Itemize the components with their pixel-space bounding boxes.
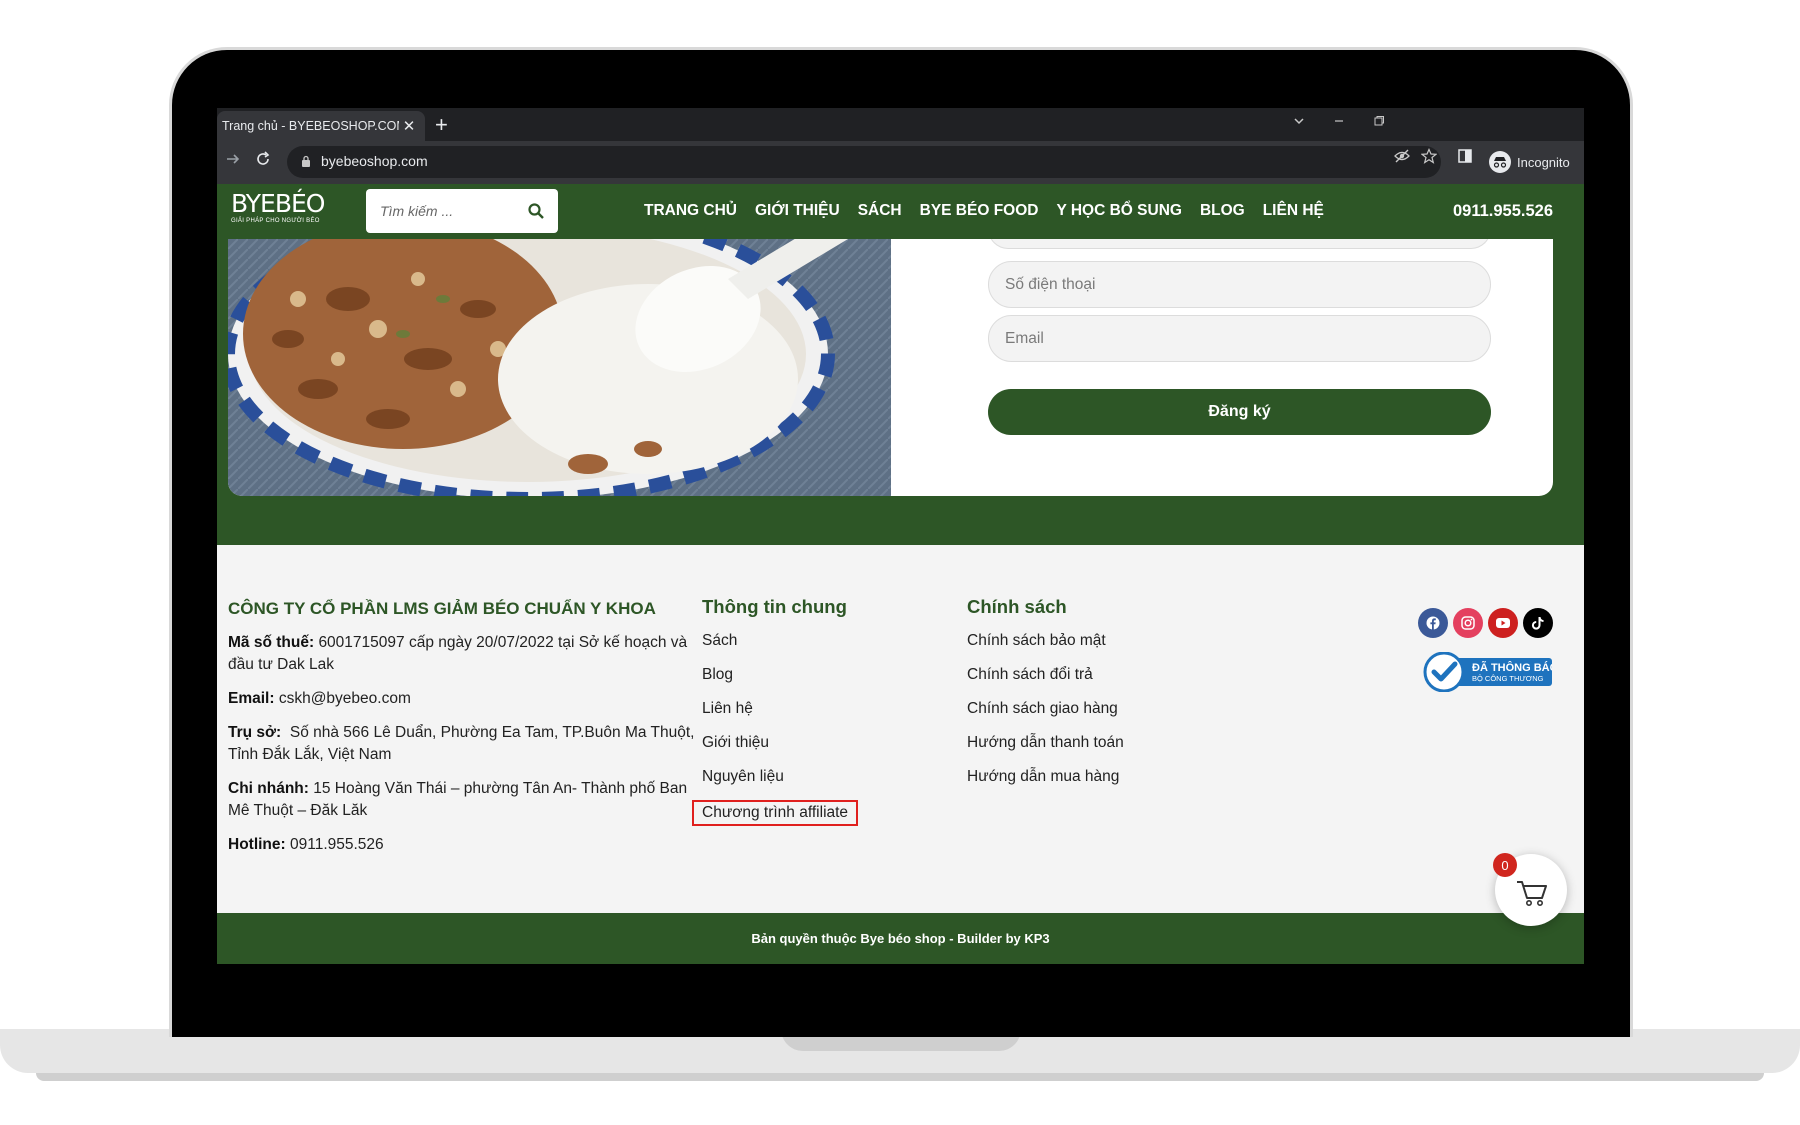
search-icon[interactable]: [528, 203, 544, 219]
browser-tab[interactable]: Trang chủ - BYEBEOSHOP.COM ✕: [217, 111, 425, 141]
eye-off-icon[interactable]: [1394, 148, 1410, 168]
instagram-icon[interactable]: [1453, 608, 1483, 638]
menu-item-blog[interactable]: BLOG: [1200, 202, 1245, 220]
email-field-placeholder: Email: [1005, 330, 1044, 347]
phone-field[interactable]: Số điện thoại: [988, 261, 1491, 308]
menu-item-contact[interactable]: LIÊN HỆ: [1263, 202, 1324, 220]
email-field[interactable]: Email: [988, 315, 1491, 362]
footer-link-privacy[interactable]: Chính sách bảo mật: [967, 630, 1124, 664]
incognito-label: Incognito: [1517, 154, 1570, 170]
forward-arrow-icon[interactable]: [225, 151, 241, 172]
company-name: CÔNG TY CỔ PHẦN LMS GIẢM BÉO CHUẨN Y KHO…: [228, 599, 656, 618]
menu-item-supplements[interactable]: Y HỌC BỔ SUNG: [1056, 202, 1181, 220]
cart-count-badge: 0: [1493, 853, 1517, 877]
email-info: Email: cskh@byebeo.com: [228, 690, 411, 707]
youtube-icon[interactable]: [1488, 608, 1518, 638]
minimize-icon[interactable]: [1333, 114, 1345, 130]
main-menu: TRANG CHỦ GIỚI THIỆU SÁCH BYE BÉO FOOD Y…: [644, 202, 1342, 220]
screen: Trang chủ - BYEBEOSHOP.COM ✕ + byebeosho…: [217, 108, 1584, 964]
footer-link-books[interactable]: Sách: [702, 630, 858, 664]
browser-tab-strip: Trang chủ - BYEBEOSHOP.COM ✕ +: [217, 108, 1584, 141]
footer-link-about[interactable]: Giới thiệu: [702, 732, 858, 766]
tab-close-icon[interactable]: ✕: [399, 117, 419, 135]
granola-yogurt-photo: [228, 239, 891, 496]
phone-field-placeholder: Số điện thoại: [1005, 276, 1096, 293]
incognito-indicator[interactable]: Incognito: [1489, 148, 1570, 176]
hq-info: Trụ sở: Số nhà 566 Lê Duẩn, Phường Ea Ta…: [228, 724, 695, 763]
policy-heading: Chính sách: [967, 596, 1067, 617]
badge-line2: BỘ CÔNG THƯƠNG: [1472, 674, 1544, 683]
laptop-base-shadow: [36, 1073, 1764, 1081]
stage: Trang chủ - BYEBEOSHOP.COM ✕ + byebeosho…: [0, 0, 1800, 1125]
badge-line1: ĐÃ THÔNG BÁO: [1472, 661, 1552, 674]
general-heading: Thông tin chung: [702, 596, 847, 617]
footer-general-column: Thông tin chung Sách Blog Liên hệ Giới t…: [692, 596, 859, 834]
search-input[interactable]: Tìm kiếm ...: [366, 189, 558, 233]
menu-item-about[interactable]: GIỚI THIỆU: [755, 202, 840, 220]
url-bar[interactable]: byebeoshop.com: [287, 146, 1441, 178]
site-logo[interactable]: BYEBÉO GIẢI PHÁP CHO NGƯỜI BÉO: [231, 189, 325, 225]
footer-link-contact[interactable]: Liên hệ: [702, 698, 858, 732]
footer-link-payment-guide[interactable]: Hướng dẫn thanh toán: [967, 732, 1124, 766]
tiktok-icon[interactable]: [1523, 608, 1553, 638]
facebook-icon[interactable]: [1418, 608, 1448, 638]
moit-registered-badge[interactable]: ĐÃ THÔNG BÁO BỘ CÔNG THƯƠNG: [1422, 651, 1559, 693]
menu-item-books[interactable]: SÁCH: [858, 202, 902, 220]
footer-link-blog[interactable]: Blog: [702, 664, 858, 698]
copyright-bar: Bản quyền thuộc Bye béo shop - Builder b…: [217, 913, 1584, 964]
logo-tagline: GIẢI PHÁP CHO NGƯỜI BÉO: [231, 218, 320, 224]
lock-icon: [302, 155, 310, 167]
star-icon[interactable]: [1420, 148, 1438, 168]
address-bar-row: byebeoshop.com Incognito: [217, 141, 1584, 184]
incognito-icon: [1489, 151, 1511, 173]
sidebar-icon[interactable]: [1457, 148, 1473, 168]
new-tab-button[interactable]: +: [435, 112, 448, 138]
social-links: [1418, 608, 1553, 638]
tab-title: Trang chủ - BYEBEOSHOP.COM: [222, 119, 399, 133]
restore-icon[interactable]: [1373, 114, 1385, 130]
register-button[interactable]: Đăng ký: [988, 389, 1491, 435]
footer-policy-column: Chính sách Chính sách bảo mật Chính sách…: [967, 596, 1124, 800]
menu-item-home[interactable]: TRANG CHỦ: [644, 202, 737, 220]
menu-item-food[interactable]: BYE BÉO FOOD: [920, 202, 1039, 220]
footer-link-ingredients[interactable]: Nguyên liệu: [702, 766, 858, 800]
tax-info: Mã số thuế: 6001715097 cấp ngày 20/07/20…: [228, 634, 688, 673]
tab-search-chevron-icon[interactable]: [1293, 114, 1305, 130]
search-placeholder: Tìm kiếm ...: [380, 203, 454, 219]
logo-text: BYEBÉO: [231, 189, 325, 218]
name-field-partial[interactable]: [988, 239, 1491, 249]
branch-info: Chi nhánh: 15 Hoàng Văn Thái – phường Tâ…: [228, 780, 688, 819]
newsletter-card: Số điện thoại Email Đăng ký: [228, 239, 1553, 496]
company-info: CÔNG TY CỔ PHẦN LMS GIẢM BÉO CHUẨN Y KHO…: [228, 598, 708, 868]
footer-link-affiliate[interactable]: Chương trình affiliate: [692, 800, 859, 826]
site-header: BYEBÉO GIẢI PHÁP CHO NGƯỜI BÉO Tìm kiếm …: [217, 184, 1584, 239]
reload-icon[interactable]: [255, 151, 271, 172]
hotline-info: Hotline: 0911.955.526: [228, 836, 384, 853]
footer-link-returns[interactable]: Chính sách đổi trả: [967, 664, 1124, 698]
site-footer: CÔNG TY CỔ PHẦN LMS GIẢM BÉO CHUẨN Y KHO…: [217, 545, 1584, 913]
footer-link-shipping[interactable]: Chính sách giao hàng: [967, 698, 1124, 732]
footer-link-buying-guide[interactable]: Hướng dẫn mua hàng: [967, 766, 1124, 800]
header-phone[interactable]: 0911.955.526: [1453, 202, 1553, 221]
url-text: byebeoshop.com: [321, 153, 428, 169]
